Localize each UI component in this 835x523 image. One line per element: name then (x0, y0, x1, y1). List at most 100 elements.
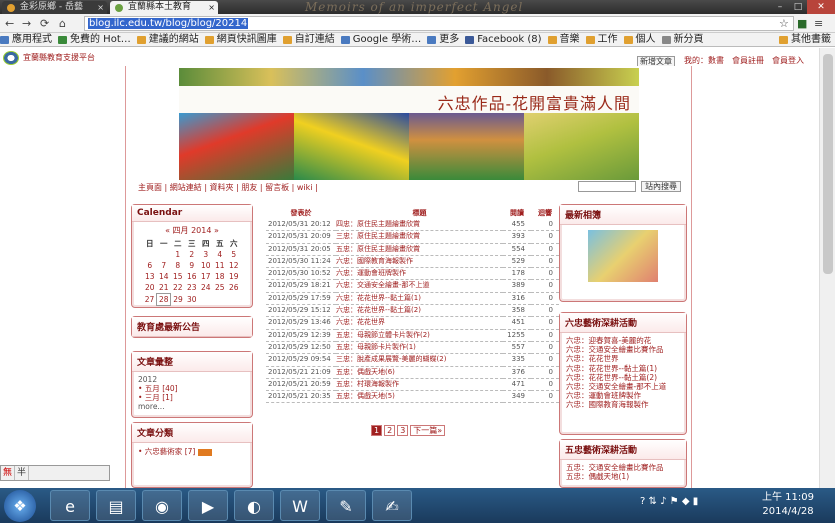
activity-link[interactable]: 六忠：交通安全繪畫-那不上道 (566, 382, 680, 391)
post-title-link[interactable]: 六忠：運動會班牌製作 (336, 267, 503, 281)
page-2[interactable]: 2 (384, 425, 396, 436)
network-icon[interactable]: ⇅ (649, 496, 657, 507)
site-logo[interactable]: 宜蘭縣教育支援平台 (3, 50, 95, 66)
post-title-link[interactable]: 三忠：脫產成果展覽-美麗的蝴蝶(2) (336, 353, 503, 367)
ime-mode[interactable]: 無 (1, 466, 15, 480)
archive-more-link[interactable]: more... (138, 402, 246, 411)
post-title-link[interactable]: 五忠：母親節立體卡片製作(2) (336, 329, 503, 342)
day[interactable]: 29 (171, 294, 185, 306)
bookmark-item[interactable]: 應用程式 (0, 33, 52, 46)
day[interactable]: 26 (227, 282, 241, 294)
acrobat-icon[interactable]: ✍ (372, 490, 412, 521)
minimize-icon[interactable]: – (771, 0, 789, 14)
post-title-link[interactable]: 五忠：偶戲天地(5) (336, 390, 503, 404)
close-icon[interactable]: × (97, 1, 104, 14)
day[interactable]: 30 (185, 294, 199, 306)
day[interactable]: 16 (185, 271, 199, 282)
day[interactable]: 3 (199, 249, 213, 260)
volume-icon[interactable]: ♪ (660, 496, 666, 507)
post-title-link[interactable]: 六忠：花花世界--黏土篇(1) (336, 292, 503, 306)
bookmark-item[interactable]: Facebook (8) (465, 33, 542, 46)
tab-2[interactable]: 宜蘭縣本土教育 × (110, 1, 218, 14)
activity-link[interactable]: 六忠：花花世界--黏土篇(1) (566, 364, 680, 373)
bookmark-item[interactable]: Google 學術… (340, 33, 421, 46)
day[interactable]: 13 (143, 271, 157, 282)
bookmark-item[interactable]: 自訂連結 (282, 33, 335, 46)
maximize-icon[interactable]: □ (789, 0, 807, 14)
post-title-link[interactable]: 五忠：偶戲天地(6) (336, 366, 503, 379)
archive-item[interactable]: • 三月 [1] (138, 393, 246, 402)
flag-icon[interactable]: ⚑ (670, 496, 679, 507)
day[interactable]: 17 (199, 271, 213, 282)
day[interactable]: 27 (143, 294, 157, 306)
day[interactable]: 14 (157, 271, 171, 282)
day[interactable]: 8 (171, 260, 185, 271)
help-icon[interactable]: ? (640, 496, 645, 507)
home-icon[interactable]: ⌂ (59, 16, 66, 31)
post-title-link[interactable]: 五忠：母親節卡片製作(1) (336, 341, 503, 355)
other-bookmarks-folder[interactable]: 其他書籤 (779, 33, 831, 46)
page-3[interactable]: 3 (397, 425, 409, 436)
next-page-button[interactable]: 下一篇» (410, 425, 446, 436)
scrollbar-thumb[interactable] (823, 54, 833, 274)
day[interactable]: 19 (227, 271, 241, 282)
blog-menu[interactable]: 主頁面 | 網站連結 | 資料夾 | 朋友 | 留言板 | wiki | (138, 182, 318, 193)
rss-icon[interactable] (197, 448, 212, 456)
bookmark-item[interactable]: 建議的網站 (136, 33, 199, 46)
my-link[interactable]: 我的：數書 (684, 56, 724, 65)
day[interactable]: 23 (185, 282, 199, 294)
activity-link[interactable]: 五忠：交通安全繪畫比賽作品 (566, 463, 680, 472)
dropbox-icon[interactable]: ◆ (682, 496, 690, 507)
day[interactable]: 9 (185, 260, 199, 271)
post-title-link[interactable]: 五忠：村環海報製作 (336, 378, 503, 392)
pen-tool-icon[interactable]: ✎ (326, 490, 366, 521)
day[interactable]: 2 (185, 249, 199, 260)
explorer-icon[interactable]: ▤ (96, 490, 136, 521)
word-icon[interactable]: W (280, 490, 320, 521)
post-title-link[interactable]: 三忠：原住民主題繪畫欣賞 (336, 230, 503, 244)
post-title-link[interactable]: 六忠：花花世界 (336, 316, 503, 330)
day[interactable]: 1 (171, 249, 185, 260)
search-input[interactable] (578, 181, 636, 192)
day[interactable]: 5 (227, 249, 241, 260)
battery-icon[interactable]: ▮ (693, 496, 699, 507)
extension-icon[interactable]: ■ (797, 16, 807, 31)
day[interactable]: 6 (143, 260, 157, 271)
media-player-icon[interactable]: ▶ (188, 490, 228, 521)
search-button[interactable]: 站內搜尋 (641, 181, 681, 192)
day[interactable]: 20 (143, 282, 157, 294)
close-window-icon[interactable]: ✕ (807, 0, 835, 14)
ie-icon[interactable]: e (50, 490, 90, 521)
activity-link[interactable]: 六忠：花花世界 (566, 354, 680, 363)
back-icon[interactable]: ← (5, 16, 14, 31)
reload-icon[interactable]: ⟳ (40, 16, 49, 31)
page-scrollbar[interactable] (819, 48, 835, 488)
register-link[interactable]: 會員註冊 (732, 56, 764, 65)
menu-icon[interactable]: ≡ (814, 16, 823, 31)
day[interactable]: 4 (213, 249, 227, 260)
firefox-icon[interactable]: ◐ (234, 490, 274, 521)
post-title-link[interactable]: 四忠：原住民主題繪畫欣賞 (336, 219, 503, 232)
bookmark-folder[interactable]: 工作 (585, 33, 618, 46)
login-link[interactable]: 會員登入 (772, 56, 804, 65)
bookmark-item[interactable]: 更多 (427, 33, 459, 46)
day[interactable]: 25 (213, 282, 227, 294)
bookmark-item[interactable]: 免費的 Hot… (58, 33, 131, 46)
archive-item[interactable]: • 五月 [40] (138, 384, 246, 393)
day[interactable]: 22 (171, 282, 185, 294)
bookmark-folder[interactable]: 音樂 (547, 33, 580, 46)
activity-link[interactable]: 六忠：迎春賀喜-美麗的花 (566, 336, 680, 345)
today[interactable]: 28 (156, 293, 172, 306)
day[interactable]: 12 (227, 260, 241, 271)
bookmark-item[interactable]: 新分頁 (661, 33, 704, 46)
post-title-link[interactable]: 六忠：花花世界--黏土篇(2) (336, 304, 503, 318)
post-title-link[interactable]: 六忠：國際教育海報製作 (336, 255, 503, 269)
page-1[interactable]: 1 (371, 425, 383, 436)
ime-width[interactable]: 半 (15, 466, 29, 480)
star-icon[interactable]: ☆ (779, 16, 789, 31)
post-title-link[interactable]: 六忠：交通安全繪畫-那不上道 (336, 279, 503, 293)
bookmark-folder[interactable]: 個人 (623, 33, 656, 46)
post-title-link[interactable]: 五忠：原住民主題繪畫欣賞 (336, 243, 503, 256)
day[interactable]: 10 (199, 260, 213, 271)
bookmark-item[interactable]: 網頁快訊圖庫 (204, 33, 277, 46)
